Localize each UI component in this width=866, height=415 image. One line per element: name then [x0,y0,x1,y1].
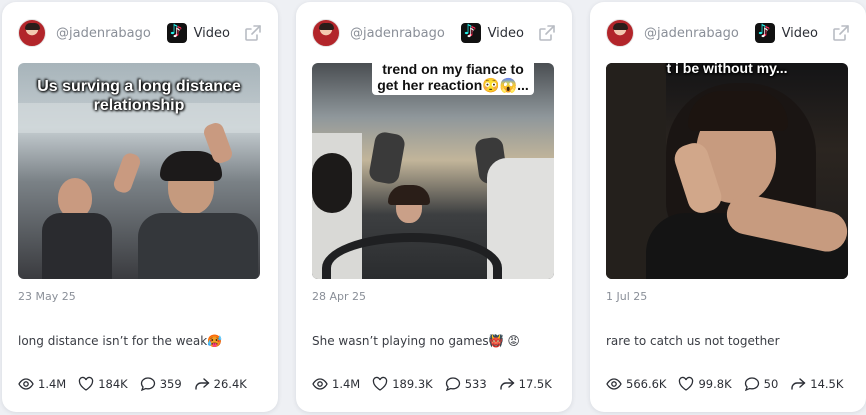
post-date: 1 Jul 25 [606,290,648,303]
comments-stat: 533 [445,376,487,392]
views-count: 1.4M [38,377,67,391]
video-thumbnail[interactable]: Us surving a long distance relationship [18,63,260,279]
heart-icon [373,376,388,391]
engagement-stats: 566.6K 99.8K 50 14.5K [606,376,855,392]
video-card[interactable]: @jadenrabago ♪ Video Us surving a long d… [2,2,278,412]
post-description: She wasn’t playing no games👹 😡 [312,334,520,348]
views-stat: 1.4M [18,376,66,392]
views-stat: 566.6K [606,376,666,392]
card-header: @jadenrabago ♪ Video [312,16,556,50]
likes-stat: 184K [78,376,128,392]
platform-label: Video [487,25,524,41]
comment-icon [140,377,155,392]
shares-count: 17.5K [518,377,552,391]
comment-icon [445,377,460,392]
platform-badge: ♪ Video [460,22,556,43]
comments-count: 359 [159,377,182,391]
eye-icon [18,378,34,390]
comments-count: 533 [464,377,487,391]
engagement-stats: 1.4M 189.3K 533 17.5K [312,376,564,392]
shares-stat: 26.4K [194,376,247,392]
post-date: 23 May 25 [18,290,76,303]
share-icon [194,378,209,390]
creator-handle[interactable]: @jadenrabago [350,26,445,41]
video-card[interactable]: @jadenrabago ♪ Video trend on my fiance … [296,2,572,412]
comments-stat: 50 [744,376,779,392]
likes-stat: 99.8K [678,376,732,392]
likes-count: 189.3K [392,377,433,391]
share-icon [499,378,514,390]
video-overlay-text: trend on my fiance to get her reaction😳😱… [372,63,534,95]
likes-count: 99.8K [698,377,732,391]
external-link-icon[interactable] [832,24,850,42]
likes-stat: 189.3K [372,376,433,392]
external-link-icon[interactable] [538,24,556,42]
card-header: @jadenrabago ♪ Video [606,16,850,50]
tiktok-icon: ♪ [166,22,187,43]
platform-label: Video [193,25,230,41]
platform-label: Video [781,25,818,41]
post-description: long distance isn’t for the weak🥵 [18,334,223,348]
views-stat: 1.4M [312,376,360,392]
eye-icon [606,378,622,390]
avatar[interactable] [606,19,634,47]
likes-count: 184K [98,377,128,391]
video-overlay-text: Us surving a long distance relationship [37,78,241,114]
comment-icon [744,377,759,392]
external-link-icon[interactable] [244,24,262,42]
engagement-stats: 1.4M 184K 359 26.4K [18,376,259,392]
comments-count: 50 [763,377,779,391]
video-overlay-text: t i be without my... [666,63,788,76]
views-count: 1.4M [332,377,361,391]
creator-handle[interactable]: @jadenrabago [56,26,151,41]
platform-badge: ♪ Video [754,22,850,43]
video-thumbnail[interactable]: t i be without my... [606,63,848,279]
card-header: @jadenrabago ♪ Video [18,16,262,50]
shares-count: 14.5K [810,377,844,391]
video-thumbnail[interactable]: trend on my fiance to get her reaction😳😱… [312,63,554,279]
video-card[interactable]: @jadenrabago ♪ Video t i be without my..… [590,2,866,412]
avatar[interactable] [18,19,46,47]
heart-icon [679,376,694,391]
eye-icon [312,378,328,390]
post-date: 28 Apr 25 [312,290,367,303]
heart-icon [79,376,94,391]
tiktok-icon: ♪ [460,22,481,43]
share-icon [791,378,806,390]
creator-handle[interactable]: @jadenrabago [644,26,739,41]
tiktok-icon: ♪ [754,22,775,43]
post-description: rare to catch us not together [606,334,780,348]
views-count: 566.6K [626,377,667,391]
platform-badge: ♪ Video [166,22,262,43]
shares-stat: 14.5K [790,376,843,392]
shares-stat: 17.5K [499,376,552,392]
shares-count: 26.4K [213,377,247,391]
comments-stat: 359 [140,376,182,392]
avatar[interactable] [312,19,340,47]
